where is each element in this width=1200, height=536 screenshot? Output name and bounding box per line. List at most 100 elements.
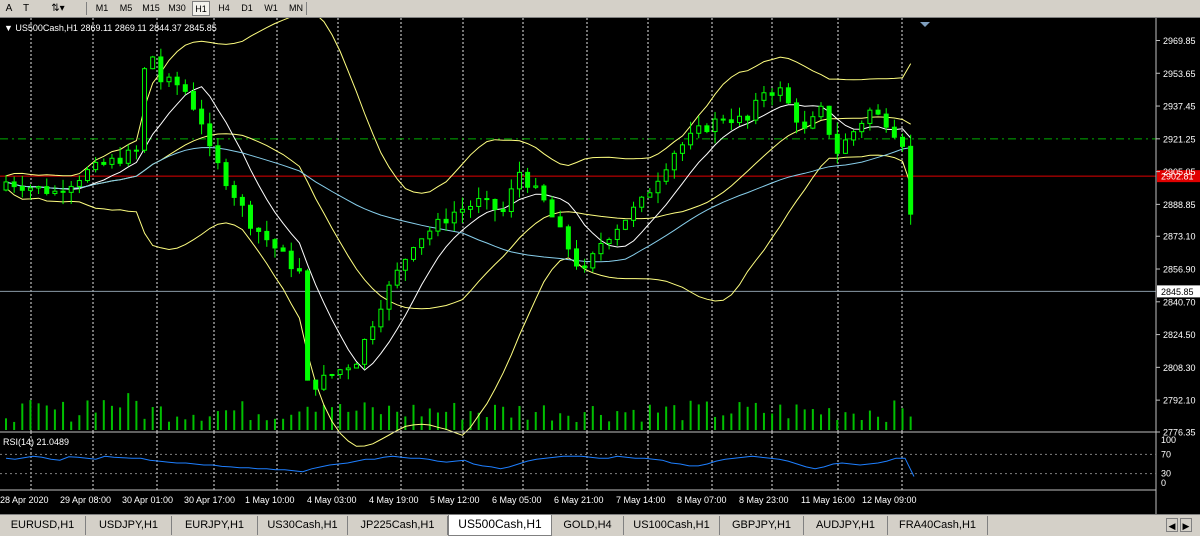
tab-scroll-left-icon[interactable]: ◀ [1166, 518, 1178, 532]
chart-tab-usdjpy-h1[interactable]: USDJPY,H1 [86, 516, 172, 535]
candle-body [166, 76, 172, 83]
candle-body [826, 105, 832, 135]
rsi-axis-label: 30 [1161, 469, 1171, 479]
time-axis-label: 5 May 12:00 [430, 495, 480, 505]
candle-body [671, 152, 677, 171]
price-axis-label: 2953.65 [1163, 69, 1196, 79]
candle-body [427, 230, 433, 240]
candle-body [85, 169, 90, 182]
price-axis-label: 2792.10 [1163, 396, 1196, 406]
candle-body [142, 68, 148, 151]
timeframe-m30[interactable]: M30 [166, 1, 188, 16]
time-axis-label: 12 May 09:00 [862, 495, 917, 505]
chart-tab-us100cash-h1[interactable]: US100Cash,H1 [624, 516, 720, 535]
moving-average-fast [5, 86, 912, 371]
chart-shift-marker [920, 22, 930, 27]
arrows-tool-icon[interactable]: ⇅▾ [38, 1, 78, 16]
candle-body [52, 190, 58, 194]
chart-tab-us500cash-h1[interactable]: US500Cash,H1 [448, 515, 552, 536]
chart-tab-gbpjpy-h1[interactable]: GBPJPY,H1 [720, 516, 804, 535]
candle-body [362, 338, 368, 365]
candle-body [199, 108, 205, 125]
candle-body [614, 228, 620, 240]
candle-body [19, 186, 25, 191]
candle-body [370, 326, 376, 340]
candle-body [794, 102, 800, 123]
timeframe-w1[interactable]: W1 [260, 1, 282, 16]
candle-body [215, 145, 221, 164]
text-tool-icon[interactable]: A [3, 1, 15, 16]
timeframe-h1[interactable]: H1 [192, 1, 210, 16]
candle-body [834, 133, 840, 154]
time-axis-label: 1 May 10:00 [245, 495, 295, 505]
candle-body [598, 243, 604, 255]
chart-tab-eurusd-h1[interactable]: EURUSD,H1 [0, 516, 86, 535]
candle-body [345, 367, 351, 371]
chart-tab-audjpy-h1[interactable]: AUDJPY,H1 [804, 516, 888, 535]
price-axis-label: 2937.45 [1163, 102, 1196, 112]
candle-body [516, 171, 522, 190]
rsi-axis-label: 70 [1161, 449, 1171, 459]
candle-body [753, 99, 759, 121]
candle-body [288, 250, 294, 270]
candle-body [443, 218, 449, 224]
candle-body [435, 218, 441, 232]
candle-body [851, 131, 857, 141]
candle-body [239, 196, 245, 206]
time-axis-label: 6 May 21:00 [554, 495, 604, 505]
candle-body [44, 186, 50, 194]
candle-body [280, 247, 286, 252]
candle-body [256, 227, 262, 232]
candle-body [541, 185, 547, 201]
candle-body [305, 270, 311, 381]
timeframe-m1[interactable]: M1 [92, 1, 112, 16]
candle-body [842, 139, 848, 154]
price-axis-label: 2921.25 [1163, 134, 1196, 144]
candle-body [785, 87, 791, 104]
candle-body [117, 157, 123, 164]
time-axis-label: 8 May 23:00 [739, 495, 789, 505]
timeframe-mn[interactable]: MN [286, 1, 306, 16]
candle-body [174, 76, 180, 86]
time-axis-label: 4 May 19:00 [369, 495, 419, 505]
text-label-tool-icon[interactable]: T [20, 1, 32, 16]
bollinger-upper [5, 18, 912, 194]
candle-body [647, 192, 653, 198]
candle-body [875, 109, 881, 115]
chart-tab-gold-h4[interactable]: GOLD,H4 [552, 516, 624, 535]
chart-canvas[interactable]: 2902.812845.85 2969.85 2953.65 2937.45 2921… [0, 18, 1200, 514]
candle-body [745, 115, 751, 121]
time-axis-label: 6 May 05:00 [492, 495, 542, 505]
candle-body [565, 226, 571, 250]
candle-body [761, 92, 767, 101]
timeframe-m5[interactable]: M5 [116, 1, 136, 16]
chart-tab-us30cash-h1[interactable]: US30Cash,H1 [258, 516, 348, 535]
price-axis: 2969.85 2953.65 2937.45 2921.25 2905.05 2888.… [0, 18, 1196, 514]
indicator-lines [5, 18, 912, 447]
chart-tab-fra40cash-h1[interactable]: FRA40Cash,H1 [888, 516, 988, 535]
time-axis-label: 7 May 14:00 [616, 495, 666, 505]
candle-body [329, 374, 335, 377]
candle-body [93, 161, 99, 171]
candle-body [451, 211, 457, 224]
candle-body [3, 181, 9, 191]
toolbar: A T ⇅▾ M1 M5 M15 M30 H1 H4 D1 W1 MN [0, 0, 1200, 18]
candle-body [574, 248, 579, 267]
candle-body [891, 126, 897, 138]
price-axis-label: 2905.05 [1163, 167, 1196, 177]
timeframe-h4[interactable]: H4 [214, 1, 234, 16]
tab-scroll-right-icon[interactable]: ▶ [1180, 518, 1192, 532]
price-levels: 2902.812845.85 [0, 22, 1200, 298]
chart-tabs-bar: EURUSD,H1 USDJPY,H1 EURJPY,H1 US30Cash,H1 JP… [0, 514, 1200, 536]
timeframe-m15[interactable]: M15 [140, 1, 162, 16]
candle-body [679, 144, 685, 154]
rsi-axis-label: 100 [1161, 435, 1176, 445]
candle-body [492, 198, 498, 211]
chart-tab-jp225cash-h1[interactable]: JP225Cash,H1 [348, 516, 448, 535]
candle-body [908, 145, 914, 215]
candle-body [818, 105, 824, 118]
timeframe-d1[interactable]: D1 [238, 1, 256, 16]
candle-body [378, 308, 384, 328]
chart-tab-eurjpy-h1[interactable]: EURJPY,H1 [172, 516, 258, 535]
candle-body [737, 115, 742, 124]
